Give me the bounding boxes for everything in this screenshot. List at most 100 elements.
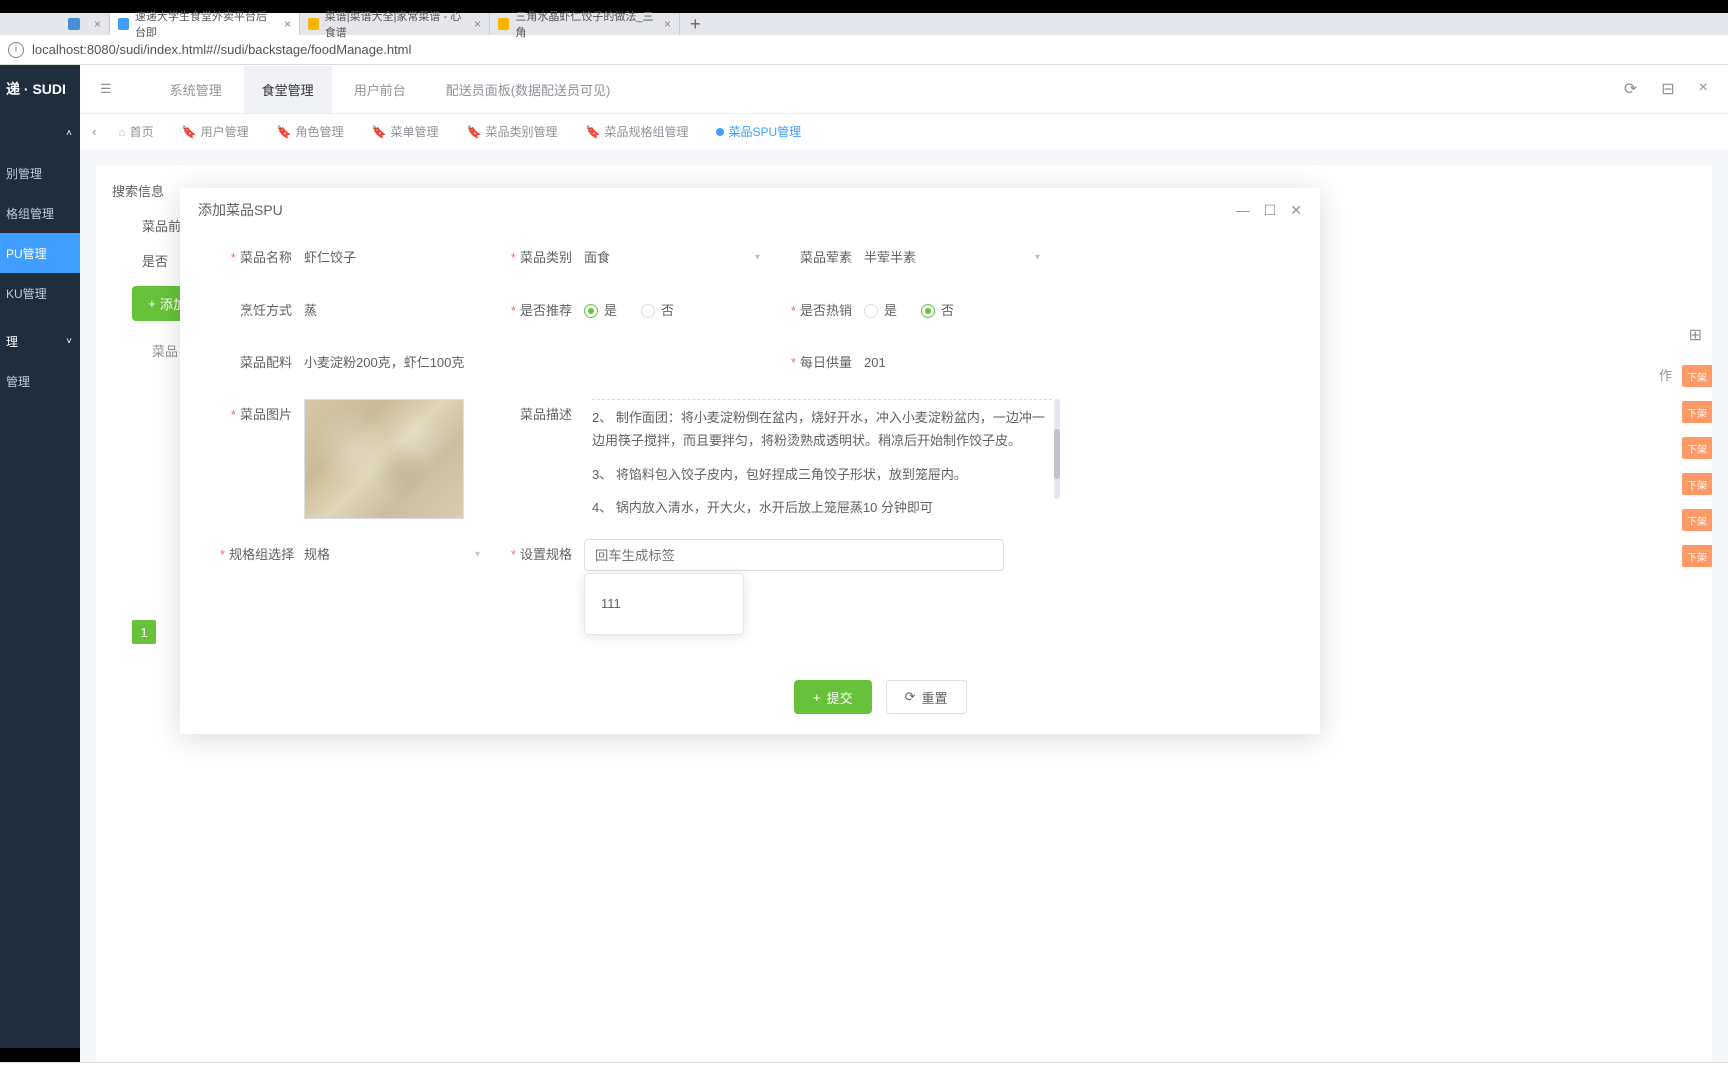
status-chip[interactable]: 下架 — [1682, 401, 1712, 423]
status-chip[interactable]: 下架 — [1682, 509, 1712, 531]
filter-label: 菜品前 — [142, 216, 181, 235]
tab-label: 菜品SPU管理 — [728, 123, 801, 140]
field-label-recommend: 是否推荐 — [500, 295, 584, 327]
tab-spec-group[interactable]: 🔖 菜品规格组管理 — [575, 119, 698, 144]
url-text[interactable]: localhost:8080/sudi/index.html#//sudi/ba… — [32, 42, 411, 57]
close-icon[interactable]: × — [284, 17, 291, 31]
recommend-no-radio[interactable]: 否 — [641, 295, 674, 327]
browser-tab[interactable]: 三角水晶虾仁饺子的做法_三角 × — [490, 13, 680, 35]
radio-label: 否 — [941, 295, 954, 327]
tab-label: 菜品类别管理 — [485, 123, 557, 140]
field-label-category: 菜品类别 — [500, 242, 584, 274]
tab-label: 菜谱|菜谱大全|家常菜谱 - 心食谱 — [325, 8, 466, 40]
tab-label: 用户管理 — [201, 123, 249, 140]
active-dot-icon — [716, 128, 724, 136]
chevron-down-icon: ▾ — [475, 539, 480, 571]
tab-food-category[interactable]: 🔖菜品类别管理 — [457, 119, 568, 144]
set-spec-input[interactable] — [584, 539, 1004, 571]
description-textarea[interactable]: 2、 制作面团：将小麦淀粉倒在盆内，烧好开水，冲入小麦淀粉盆内，一边冲一边用筷子… — [584, 399, 1060, 519]
page-number[interactable]: 1 — [132, 620, 156, 644]
close-icon[interactable]: × — [1699, 79, 1708, 99]
hunsu-select[interactable]: 半荤半素 ▾ — [864, 242, 1060, 275]
tab-label: 角色管理 — [296, 123, 344, 140]
close-icon[interactable]: × — [474, 17, 481, 31]
close-icon[interactable]: × — [664, 17, 671, 31]
browser-tab[interactable]: 菜谱|菜谱大全|家常菜谱 - 心食谱 × — [300, 13, 490, 35]
nav-delivery[interactable]: 配送员面板(数据配送员可见) — [428, 66, 629, 113]
category-select[interactable]: 面食 ▾ — [584, 242, 780, 275]
radio-label: 是 — [604, 295, 617, 327]
nav-system[interactable]: 系统管理 — [152, 66, 240, 113]
new-tab-button[interactable]: + — [690, 14, 701, 35]
ingredients-input[interactable]: 小麦淀粉200克，虾仁100克 — [304, 347, 780, 379]
tab-role-manage[interactable]: 🔖角色管理 — [267, 119, 354, 144]
tab-spu-manage[interactable]: 菜品SPU管理 — [706, 119, 811, 144]
spec-group-select[interactable]: 规格 ▾ — [304, 539, 500, 572]
name-input[interactable]: 虾仁饺子 — [304, 242, 500, 274]
sidebar-item-category[interactable]: 别管理 — [0, 153, 80, 193]
hot-no-radio[interactable]: 否 — [921, 295, 954, 327]
tag-icon: 🔖 — [372, 125, 387, 139]
grid-view-icon[interactable]: ⊞ — [1689, 325, 1702, 345]
daily-input[interactable]: 201 — [864, 347, 1060, 379]
dropdown-option[interactable]: 111 — [585, 582, 743, 626]
field-label-ingredients: 菜品配料 — [220, 347, 304, 379]
field-label-image: 菜品图片 — [220, 399, 304, 431]
submit-button[interactable]: + 提交 — [794, 680, 872, 714]
tab-label: 三角水晶虾仁饺子的做法_三角 — [515, 8, 656, 40]
status-chip[interactable]: 下架 — [1682, 473, 1712, 495]
status-chip[interactable]: 下架 — [1682, 437, 1712, 459]
sidebar-item-spu[interactable]: PU管理 — [0, 233, 80, 273]
radio-label: 否 — [661, 295, 674, 327]
status-chip[interactable]: 下架 — [1682, 545, 1712, 567]
select-value: 面食 — [584, 242, 610, 274]
radio-label: 是 — [884, 295, 897, 327]
sidebar-item-spec-group[interactable]: 格组管理 — [0, 193, 80, 233]
status-chip[interactable]: 下架 — [1682, 365, 1712, 387]
close-icon[interactable]: × — [94, 17, 101, 31]
desc-line: 2、 制作面团：将小麦淀粉倒在盆内，烧好开水，冲入小麦淀粉盆内，一边冲一边用筷子… — [592, 406, 1052, 453]
add-spu-modal: 添加菜品SPU — ☐ ✕ 菜品名称 虾仁饺子 菜品类别 面食 ▾ 菜品荤素 — [180, 188, 1320, 734]
sidebar-group[interactable]: ˄ — [0, 113, 80, 153]
maximize-icon[interactable]: ☐ — [1264, 202, 1277, 219]
nav-canteen[interactable]: 食堂管理 — [244, 66, 332, 113]
scroll-left-icon[interactable]: ‹ — [88, 124, 100, 139]
hot-yes-radio[interactable]: 是 — [864, 295, 897, 327]
table-column-header: 作 — [1659, 365, 1672, 384]
browser-tab[interactable]: × — [60, 13, 110, 35]
food-image-thumbnail[interactable] — [304, 399, 464, 519]
sidebar-group[interactable]: 理 ˅ — [0, 321, 80, 361]
chevron-down-icon: ▾ — [1035, 242, 1040, 274]
field-label-cook: 烹饪方式 — [220, 295, 304, 327]
field-label-name: 菜品名称 — [220, 242, 304, 274]
tab-menu-manage[interactable]: 🔖菜单管理 — [362, 119, 449, 144]
tag-icon: 🔖 — [585, 125, 600, 139]
tab-user-manage[interactable]: 🔖用户管理 — [172, 119, 259, 144]
sidebar-item-manage[interactable]: 管理 — [0, 361, 80, 401]
sub-tabs: ‹ ⌂首页 🔖用户管理 🔖角色管理 🔖菜单管理 🔖菜品类别管理 🔖菜品规格组管理… — [80, 113, 1728, 149]
recommend-yes-radio[interactable]: 是 — [584, 295, 617, 327]
tag-icon: ⌂ — [118, 125, 125, 139]
tab-label: 菜品规格组管理 — [604, 123, 688, 140]
refresh-icon[interactable]: ⟳ — [1624, 79, 1637, 99]
chevron-down-icon: ▾ — [755, 242, 760, 274]
button-label: 提交 — [827, 688, 853, 707]
cook-input[interactable]: 蒸 — [304, 295, 500, 327]
minimize-icon[interactable]: ⊟ — [1661, 79, 1674, 99]
menu-icon[interactable]: ☰ — [100, 81, 112, 97]
nav-user-front[interactable]: 用户前台 — [336, 66, 424, 113]
field-label-hot: 是否热销 — [780, 295, 864, 327]
tab-home[interactable]: ⌂首页 — [108, 119, 163, 144]
browser-tab[interactable]: 速递大学生食堂外卖平台后台即 × — [110, 13, 300, 35]
info-icon[interactable]: i — [8, 42, 24, 58]
sidebar-item-sku[interactable]: KU管理 — [0, 273, 80, 313]
close-icon[interactable]: ✕ — [1290, 202, 1302, 219]
reset-button[interactable]: ⟳ 重置 — [886, 680, 967, 714]
scrollbar[interactable] — [1054, 399, 1060, 499]
spec-dropdown: 111 — [584, 573, 744, 635]
select-value: 半荤半素 — [864, 242, 916, 274]
field-label-set-spec: 设置规格 — [500, 539, 584, 571]
minimize-icon[interactable]: — — [1236, 202, 1250, 219]
modal-title: 添加菜品SPU — [198, 200, 283, 220]
sidebar-item-label: 理 — [6, 333, 18, 350]
